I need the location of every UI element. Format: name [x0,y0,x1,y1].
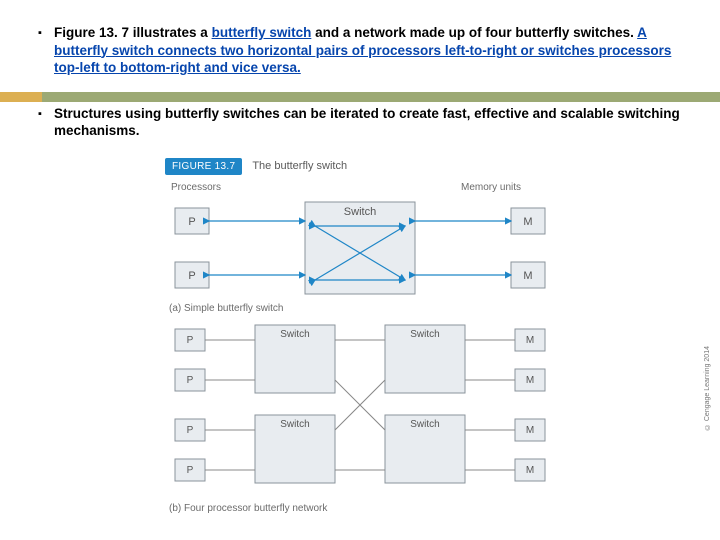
caption-b: (b) Four processor butterfly network [169,502,555,515]
diagram-b: P P P P M M M M Switch Switch Switch Swi… [165,323,555,498]
svg-text:P: P [187,465,194,476]
svg-text:M: M [526,335,534,346]
node-m: M [523,216,532,228]
node-p: P [188,216,195,228]
svg-text:M: M [526,465,534,476]
diagram-a: P P M M Switch [165,198,555,298]
bullet-1: Figure 13. 7 illustrates a butterfly swi… [40,24,692,77]
svg-text:Switch: Switch [280,419,309,430]
node-p: P [188,270,195,282]
bullet-2-text: Structures using butterfly switches can … [54,106,680,139]
figure-container: FIGURE 13.7 The butterfly switch Process… [0,158,720,523]
svg-text:Switch: Switch [410,419,439,430]
figure-title: The butterfly switch [252,159,347,173]
node-switch: Switch [344,206,376,218]
bullet-1-text-pre: Figure 13. 7 illustrates a [54,25,212,40]
svg-text:P: P [187,335,194,346]
svg-text:Switch: Switch [410,329,439,340]
figure-tag: FIGURE 13.7 [165,158,242,175]
svg-text:P: P [187,375,194,386]
label-processors: Processors [171,181,221,194]
accent-band [0,92,720,102]
svg-text:M: M [526,375,534,386]
bullet-2: Structures using butterfly switches can … [40,105,692,140]
caption-a: (a) Simple butterfly switch [169,302,555,315]
node-m: M [523,270,532,282]
copyright-text: © Cengage Learning 2014 [703,346,712,430]
bullet-1-link: butterfly switch [212,25,312,40]
label-memory: Memory units [461,181,521,194]
svg-text:M: M [526,425,534,436]
bullet-1-text-mid: and a network made up of four butterfly … [311,25,637,40]
svg-text:Switch: Switch [280,329,309,340]
svg-text:P: P [187,425,194,436]
